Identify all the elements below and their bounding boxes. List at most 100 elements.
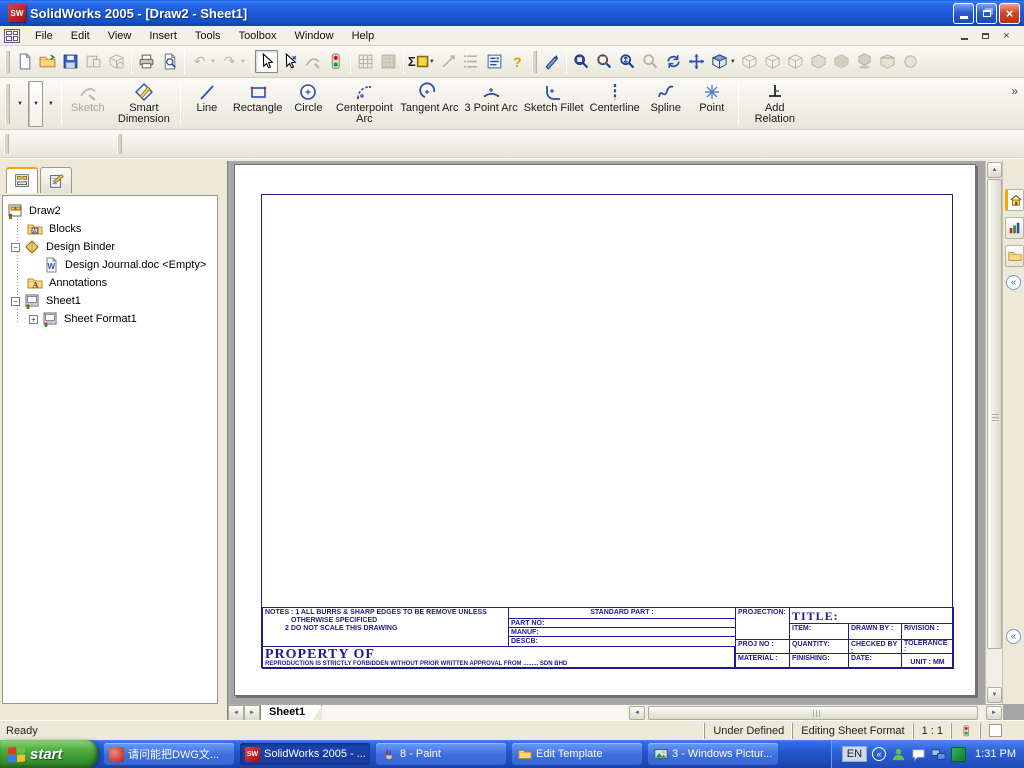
solidworks-resources-button[interactable] <box>1005 189 1024 211</box>
mdi-close-button[interactable]: × <box>999 29 1014 42</box>
standard-views-button[interactable] <box>708 50 731 73</box>
options-button[interactable] <box>483 50 506 73</box>
document-icon[interactable] <box>4 28 20 43</box>
standard-views-dropdown[interactable]: ▼ <box>730 59 736 65</box>
design-library-button[interactable] <box>1005 217 1024 239</box>
sheet1-tab[interactable]: Sheet1 <box>260 705 322 721</box>
mdi-restore-button[interactable] <box>978 29 993 42</box>
toolbar-grip[interactable] <box>5 83 10 124</box>
zoom-area-button[interactable] <box>593 50 616 73</box>
print-button[interactable] <box>135 50 158 73</box>
hide-icons-chevron[interactable]: « <box>872 747 887 761</box>
tree-item-sheet-format1[interactable]: + Sheet Format1 <box>29 310 140 328</box>
spline-button[interactable]: Spline <box>643 80 689 128</box>
toolbar-overflow-chevron[interactable]: » <box>1011 84 1018 98</box>
horizontal-scrollbar[interactable]: ◄ ► <box>628 705 1003 721</box>
minimize-button[interactable] <box>953 2 974 24</box>
tree-item-design-binder[interactable]: − Design Binder <box>11 238 118 256</box>
select-other-button[interactable] <box>278 50 301 73</box>
circle-button[interactable]: Circle <box>285 80 331 128</box>
start-button[interactable]: start <box>0 740 98 768</box>
tree-item-blocks[interactable]: A² Blocks <box>27 220 84 238</box>
print-preview-button[interactable] <box>158 50 181 73</box>
select-button[interactable] <box>254 50 278 73</box>
scroll-right-button[interactable]: ► <box>986 706 1002 720</box>
drawing-viewport[interactable]: NOTES : 1 ALL BURRS & SHARP EDGES TO BE … <box>227 161 1024 721</box>
collapse-node-icon[interactable]: − <box>11 296 20 306</box>
three-point-arc-button[interactable]: 3 Point Arc <box>462 80 521 128</box>
app-tray-icon[interactable] <box>951 746 967 762</box>
close-button[interactable]: × <box>999 2 1020 24</box>
line-button[interactable]: Line <box>184 80 230 128</box>
restore-button[interactable] <box>976 2 997 24</box>
centerpoint-arc-button[interactable]: Centerpoint Arc <box>331 80 397 128</box>
toolbar-grip[interactable] <box>5 50 10 73</box>
toolbar-grip[interactable] <box>531 50 537 73</box>
new-button[interactable] <box>13 50 36 73</box>
task-browser-dwg[interactable]: 请问能把DWG文... <box>104 743 234 765</box>
tangent-arc-button[interactable]: Tangent Arc <box>397 80 461 128</box>
network-icon[interactable] <box>931 747 946 762</box>
tree-item-design-journal[interactable]: W Design Journal.doc <Empty> <box>43 256 209 274</box>
panel-splitter[interactable] <box>220 161 227 721</box>
tree-item-annotations[interactable]: A Annotations <box>27 274 110 292</box>
tab-scroll-left-button[interactable]: ◄ <box>228 705 244 721</box>
help-button[interactable]: ? <box>506 50 529 73</box>
annotations-flyout-button[interactable]: A Annotations ▼ <box>0 81 1024 768</box>
toolbar-grip[interactable] <box>4 133 9 154</box>
horizontal-scroll-thumb[interactable] <box>648 706 978 720</box>
sketch-fillet-button[interactable]: Sketch Fillet <box>521 80 587 128</box>
mdi-minimize-button[interactable] <box>957 29 972 42</box>
tab-property-manager[interactable] <box>40 167 72 193</box>
rectangle-button[interactable]: Rectangle <box>230 80 286 128</box>
file-explorer-button[interactable] <box>1005 245 1024 267</box>
tree-item-sheet1[interactable]: − Sheet1 <box>11 292 84 310</box>
zoom-in-out-button[interactable] <box>616 50 639 73</box>
menu-tools[interactable]: Tools <box>186 28 230 44</box>
scroll-down-button[interactable]: ▼ <box>987 687 1002 703</box>
menu-view[interactable]: View <box>99 28 141 44</box>
menu-insert[interactable]: Insert <box>140 28 186 44</box>
chat-bubble-icon[interactable] <box>911 747 926 762</box>
sketch-dropdown[interactable]: ▼ <box>28 81 42 126</box>
vertical-scroll-thumb[interactable] <box>987 179 1002 649</box>
drawing-sheet-paper[interactable]: NOTES : 1 ALL BURRS & SHARP EDGES TO BE … <box>234 164 976 696</box>
vertical-scrollbar[interactable]: ▲ ▼ <box>985 161 1002 704</box>
task-paint[interactable]: 8 - Paint <box>376 743 506 765</box>
sketch-flyout-button[interactable]: Sketch ▼ <box>0 80 1024 768</box>
collapse-node-icon[interactable]: − <box>11 242 20 252</box>
scroll-left-button[interactable]: ◄ <box>629 706 645 720</box>
task-pane-collapse-button-2[interactable]: « <box>1006 629 1021 644</box>
style-tool-button[interactable] <box>540 50 563 73</box>
point-button[interactable]: Point <box>689 80 735 128</box>
scroll-up-button[interactable]: ▲ <box>987 162 1002 178</box>
menu-toolbox[interactable]: Toolbox <box>230 28 286 44</box>
messenger-user-icon[interactable] <box>891 747 906 762</box>
rotate-view-button[interactable] <box>662 50 685 73</box>
task-pane-collapse-button[interactable]: « <box>1006 275 1021 290</box>
task-picture-viewer[interactable]: 3 - Windows Pictur... <box>648 743 778 765</box>
task-edit-template[interactable]: Edit Template <box>512 743 642 765</box>
zoom-fit-button[interactable] <box>570 50 593 73</box>
open-button[interactable] <box>36 50 59 73</box>
smart-dimension-button[interactable]: Smart Dimension <box>111 80 177 128</box>
expand-node-icon[interactable]: + <box>29 314 38 324</box>
menu-file[interactable]: File <box>26 28 62 44</box>
annotations-dropdown[interactable]: ▼ <box>45 81 57 127</box>
toolbar-grip[interactable] <box>117 133 122 154</box>
menu-edit[interactable]: Edit <box>62 28 99 44</box>
tree-item-draw2[interactable]: Draw2 <box>7 202 64 220</box>
menu-help[interactable]: Help <box>343 28 384 44</box>
drawings-flyout-button[interactable]: Drawings ▼ <box>0 81 1024 768</box>
task-solidworks[interactable]: SW SolidWorks 2005 - ... <box>240 743 370 765</box>
centerline-button[interactable]: Centerline <box>587 80 643 128</box>
equations-dropdown[interactable]: ▼ <box>429 59 435 65</box>
drawings-dropdown[interactable]: ▼ <box>14 81 26 127</box>
tab-scroll-right-button[interactable]: ► <box>244 705 260 721</box>
language-indicator[interactable]: EN <box>841 746 868 762</box>
add-relation-button[interactable]: Add Relation <box>742 80 808 128</box>
pan-button[interactable] <box>685 50 708 73</box>
equations-button[interactable]: Σ <box>407 50 430 73</box>
save-button[interactable] <box>59 50 82 73</box>
tab-feature-manager[interactable] <box>6 167 38 193</box>
